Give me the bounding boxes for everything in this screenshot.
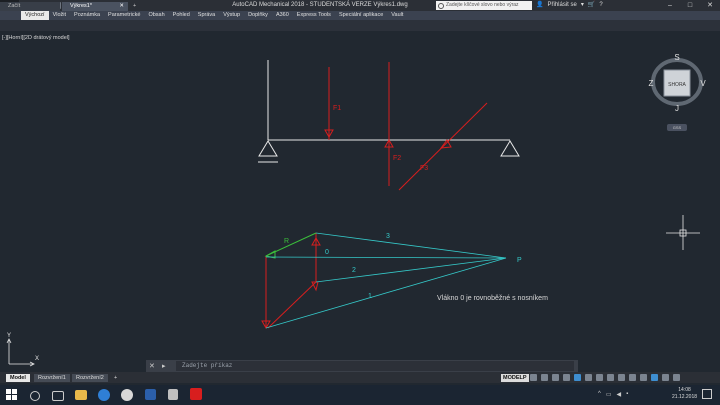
taskbar-clock[interactable]: 14:08 21.12.2018 <box>672 387 697 401</box>
label-ray3: 3 <box>386 233 390 240</box>
ucs-x-label: X <box>35 356 39 362</box>
status-toggles <box>530 374 680 381</box>
snap-icon[interactable] <box>541 374 548 381</box>
hardware-accel-icon[interactable] <box>651 374 658 381</box>
otrack-icon[interactable] <box>585 374 592 381</box>
autocad-taskbar-icon[interactable] <box>190 388 202 400</box>
add-layout-button[interactable]: + <box>110 374 121 382</box>
grid-icon[interactable] <box>530 374 537 381</box>
resultant-line <box>265 232 317 257</box>
clean-screen-icon[interactable] <box>662 374 669 381</box>
viewcube-face: SHORA <box>668 82 686 88</box>
command-input[interactable]: Zadejte příkaz <box>176 361 574 371</box>
viewcube-west: Z <box>649 79 654 88</box>
polygon-f3 <box>267 281 317 329</box>
system-tray: ^ ▭ ◀ ▪ <box>598 391 628 398</box>
label-r: R <box>284 238 289 245</box>
tab-model[interactable]: Model <box>6 374 30 382</box>
left-support <box>258 140 278 157</box>
right-support <box>500 140 520 157</box>
chevron-up-icon[interactable]: ^ <box>598 391 601 398</box>
task-view-icon[interactable] <box>52 391 64 401</box>
forces <box>324 62 488 191</box>
workspace-icon[interactable] <box>618 374 625 381</box>
customize-icon[interactable] <box>673 374 680 381</box>
label-ray2: 2 <box>352 267 356 274</box>
label-ray1: 1 <box>368 293 372 300</box>
force-polygon <box>261 233 321 330</box>
polar-icon[interactable] <box>563 374 570 381</box>
file-explorer-icon[interactable] <box>75 390 87 400</box>
label-f2: F2 <box>393 155 401 162</box>
ucs-icon <box>6 338 35 367</box>
network-icon[interactable]: ▭ <box>606 391 612 398</box>
drawing-canvas: F1 F2 F3 R 3 0 2 1 P Vlákno 0 je rovnobě… <box>6 53 706 367</box>
language-icon[interactable]: ▪ <box>626 391 628 398</box>
edge-icon[interactable] <box>98 389 110 401</box>
crosshair-cursor <box>666 215 700 250</box>
ortho-icon[interactable] <box>552 374 559 381</box>
wcs-menu[interactable]: GSS <box>667 124 687 131</box>
pole-rays <box>265 232 507 329</box>
command-history-icon[interactable]: ▸ <box>162 362 166 370</box>
tab-layout2[interactable]: Rozvržení2 <box>72 374 108 382</box>
units-icon[interactable] <box>629 374 636 381</box>
chrome-icon[interactable] <box>121 389 133 401</box>
tab-layout1[interactable]: Rozvržení1 <box>34 374 70 382</box>
viewcube-south: J <box>675 104 679 113</box>
volume-icon[interactable]: ◀ <box>617 391 622 398</box>
ray-0 <box>265 256 507 259</box>
osnap-icon[interactable] <box>574 374 581 381</box>
word-icon[interactable] <box>145 389 156 400</box>
clock-date: 21.12.2018 <box>672 394 698 400</box>
label-f3: F3 <box>420 165 428 172</box>
isolate-icon[interactable] <box>640 374 647 381</box>
annotation-scale-icon[interactable] <box>607 374 614 381</box>
calculator-icon[interactable] <box>168 389 178 400</box>
label-ray0: 0 <box>325 249 329 256</box>
model-space-button[interactable]: MODELP <box>501 374 529 382</box>
ray-1 <box>265 257 507 329</box>
viewcube-north: S <box>674 53 679 62</box>
force-f3-line <box>398 102 488 191</box>
viewcube-east: V <box>700 79 706 88</box>
clock-time: 14:08 <box>678 387 691 393</box>
note-text: Vlákno 0 je rovnoběžné s nosníkem <box>437 295 548 302</box>
ray-3 <box>315 232 507 259</box>
notifications-icon[interactable] <box>702 389 712 399</box>
lineweight-icon[interactable] <box>596 374 603 381</box>
windows-start-icon[interactable] <box>6 389 18 401</box>
resultant <box>264 232 317 259</box>
ucs-y-label: Y <box>7 333 11 339</box>
search-icon[interactable] <box>30 391 40 401</box>
label-f1: F1 <box>333 105 341 112</box>
ray-2 <box>315 257 507 283</box>
label-pole: P <box>517 257 522 264</box>
close-icon[interactable]: ✕ <box>149 362 155 370</box>
